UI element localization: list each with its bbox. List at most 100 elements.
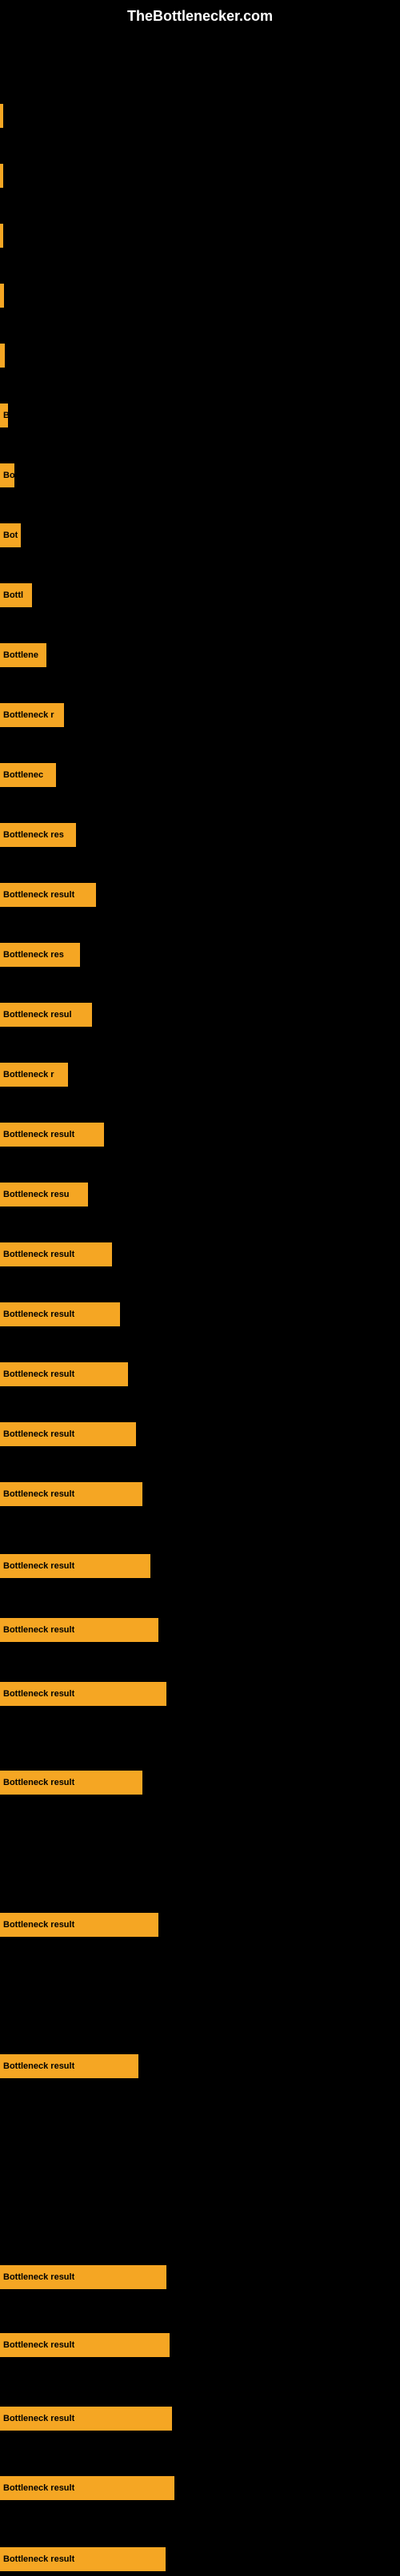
bar-container-1 — [0, 101, 400, 133]
bar-35: Bottleneck result — [0, 2547, 166, 2571]
bar-container-34: Bottleneck result — [0, 2473, 400, 2505]
bar-label-20: Bottleneck result — [3, 1250, 74, 1259]
bar-container-15: Bottleneck res — [0, 940, 400, 972]
bar-label-17: Bottleneck r — [3, 1070, 54, 1079]
bar-container-26: Bottleneck result — [0, 1615, 400, 1647]
bar-label-29: Bottleneck result — [3, 1920, 74, 1930]
bar-33: Bottleneck result — [0, 2407, 172, 2431]
bar-34: Bottleneck result — [0, 2476, 174, 2500]
bar-20: Bottleneck result — [0, 1242, 112, 1266]
bar-label-11: Bottleneck r — [3, 710, 54, 720]
bar-container-32: Bottleneck result — [0, 2330, 400, 2362]
bar-container-22: Bottleneck result — [0, 1359, 400, 1391]
bar-label-15: Bottleneck res — [3, 950, 64, 960]
bar-label-14: Bottleneck result — [3, 890, 74, 900]
bar-23: Bottleneck result — [0, 1422, 136, 1446]
bar-3 — [0, 224, 3, 248]
bar-28: Bottleneck result — [0, 1771, 142, 1795]
bar-label-35: Bottleneck result — [3, 2554, 74, 2564]
bar-container-29: Bottleneck result — [0, 1910, 400, 1942]
bar-label-27: Bottleneck result — [3, 1689, 74, 1699]
bar-label-28: Bottleneck result — [3, 1778, 74, 1787]
bar-18: Bottleneck result — [0, 1123, 104, 1147]
bar-container-10: Bottlene — [0, 640, 400, 672]
bar-label-13: Bottleneck res — [3, 830, 64, 840]
bar-14: Bottleneck result — [0, 883, 96, 907]
bar-29: Bottleneck result — [0, 1913, 158, 1937]
bar-label-6: B — [3, 411, 8, 420]
bar-container-31: Bottleneck result — [0, 2262, 400, 2294]
bar-label-7: Bo — [3, 471, 14, 480]
bar-label-30: Bottleneck result — [3, 2061, 74, 2071]
bar-31: Bottleneck result — [0, 2265, 166, 2289]
bar-label-8: Bot — [3, 531, 18, 540]
bar-container-25: Bottleneck result — [0, 1551, 400, 1583]
bar-label-23: Bottleneck result — [3, 1429, 74, 1439]
bar-container-30: Bottleneck result — [0, 2051, 400, 2083]
bar-11: Bottleneck r — [0, 703, 64, 727]
bar-25: Bottleneck result — [0, 1554, 150, 1578]
bar-container-27: Bottleneck result — [0, 1679, 400, 1711]
bar-26: Bottleneck result — [0, 1618, 158, 1642]
bar-container-20: Bottleneck result — [0, 1239, 400, 1271]
bar-container-35: Bottleneck result — [0, 2544, 400, 2576]
bar-2 — [0, 164, 3, 188]
bar-container-3 — [0, 221, 400, 252]
bar-container-19: Bottleneck resu — [0, 1179, 400, 1211]
bar-container-28: Bottleneck result — [0, 1767, 400, 1799]
bar-container-7: Bo — [0, 460, 400, 492]
bar-label-10: Bottlene — [3, 650, 38, 660]
bar-17: Bottleneck r — [0, 1063, 68, 1087]
bar-container-11: Bottleneck r — [0, 700, 400, 732]
bar-19: Bottleneck resu — [0, 1183, 88, 1207]
bar-label-22: Bottleneck result — [3, 1369, 74, 1379]
bar-container-8: Bot — [0, 520, 400, 552]
bar-container-14: Bottleneck result — [0, 880, 400, 912]
bar-label-33: Bottleneck result — [3, 2414, 74, 2423]
bar-4 — [0, 284, 4, 308]
bar-label-16: Bottleneck resul — [3, 1010, 72, 1020]
bar-container-17: Bottleneck r — [0, 1059, 400, 1091]
bar-label-25: Bottleneck result — [3, 1561, 74, 1571]
bar-9: Bottl — [0, 583, 32, 607]
bar-10: Bottlene — [0, 643, 46, 667]
bar-label-9: Bottl — [3, 590, 23, 600]
bar-container-9: Bottl — [0, 580, 400, 612]
bar-21: Bottleneck result — [0, 1302, 120, 1326]
bar-12: Bottlenec — [0, 763, 56, 787]
bar-container-23: Bottleneck result — [0, 1419, 400, 1451]
bar-22: Bottleneck result — [0, 1362, 128, 1386]
bar-container-13: Bottleneck res — [0, 820, 400, 852]
bar-16: Bottleneck resul — [0, 1003, 92, 1027]
bar-label-21: Bottleneck result — [3, 1310, 74, 1319]
site-title: TheBottlenecker.com — [0, 0, 400, 29]
bar-32: Bottleneck result — [0, 2333, 170, 2357]
bar-container-21: Bottleneck result — [0, 1299, 400, 1331]
bar-container-4 — [0, 280, 400, 312]
bar-24: Bottleneck result — [0, 1482, 142, 1506]
bar-container-6: B — [0, 400, 400, 432]
bar-label-24: Bottleneck result — [3, 1489, 74, 1499]
bar-container-5 — [0, 340, 400, 372]
bar-1 — [0, 104, 3, 128]
bar-7: Bo — [0, 463, 14, 487]
bar-6: B — [0, 403, 8, 427]
bar-label-31: Bottleneck result — [3, 2272, 74, 2282]
bar-30: Bottleneck result — [0, 2054, 138, 2078]
bar-15: Bottleneck res — [0, 943, 80, 967]
bar-5 — [0, 344, 5, 368]
bar-label-32: Bottleneck result — [3, 2340, 74, 2350]
bar-27: Bottleneck result — [0, 1682, 166, 1706]
bar-container-12: Bottlenec — [0, 760, 400, 792]
bar-container-16: Bottleneck resul — [0, 1000, 400, 1032]
bar-container-18: Bottleneck result — [0, 1119, 400, 1151]
bar-label-18: Bottleneck result — [3, 1130, 74, 1139]
bar-8: Bot — [0, 523, 21, 547]
bar-container-24: Bottleneck result — [0, 1479, 400, 1511]
bar-label-26: Bottleneck result — [3, 1625, 74, 1635]
bar-label-19: Bottleneck resu — [3, 1190, 70, 1199]
bar-label-12: Bottlenec — [3, 770, 43, 780]
bar-container-33: Bottleneck result — [0, 2403, 400, 2435]
bar-13: Bottleneck res — [0, 823, 76, 847]
bar-label-34: Bottleneck result — [3, 2483, 74, 2493]
